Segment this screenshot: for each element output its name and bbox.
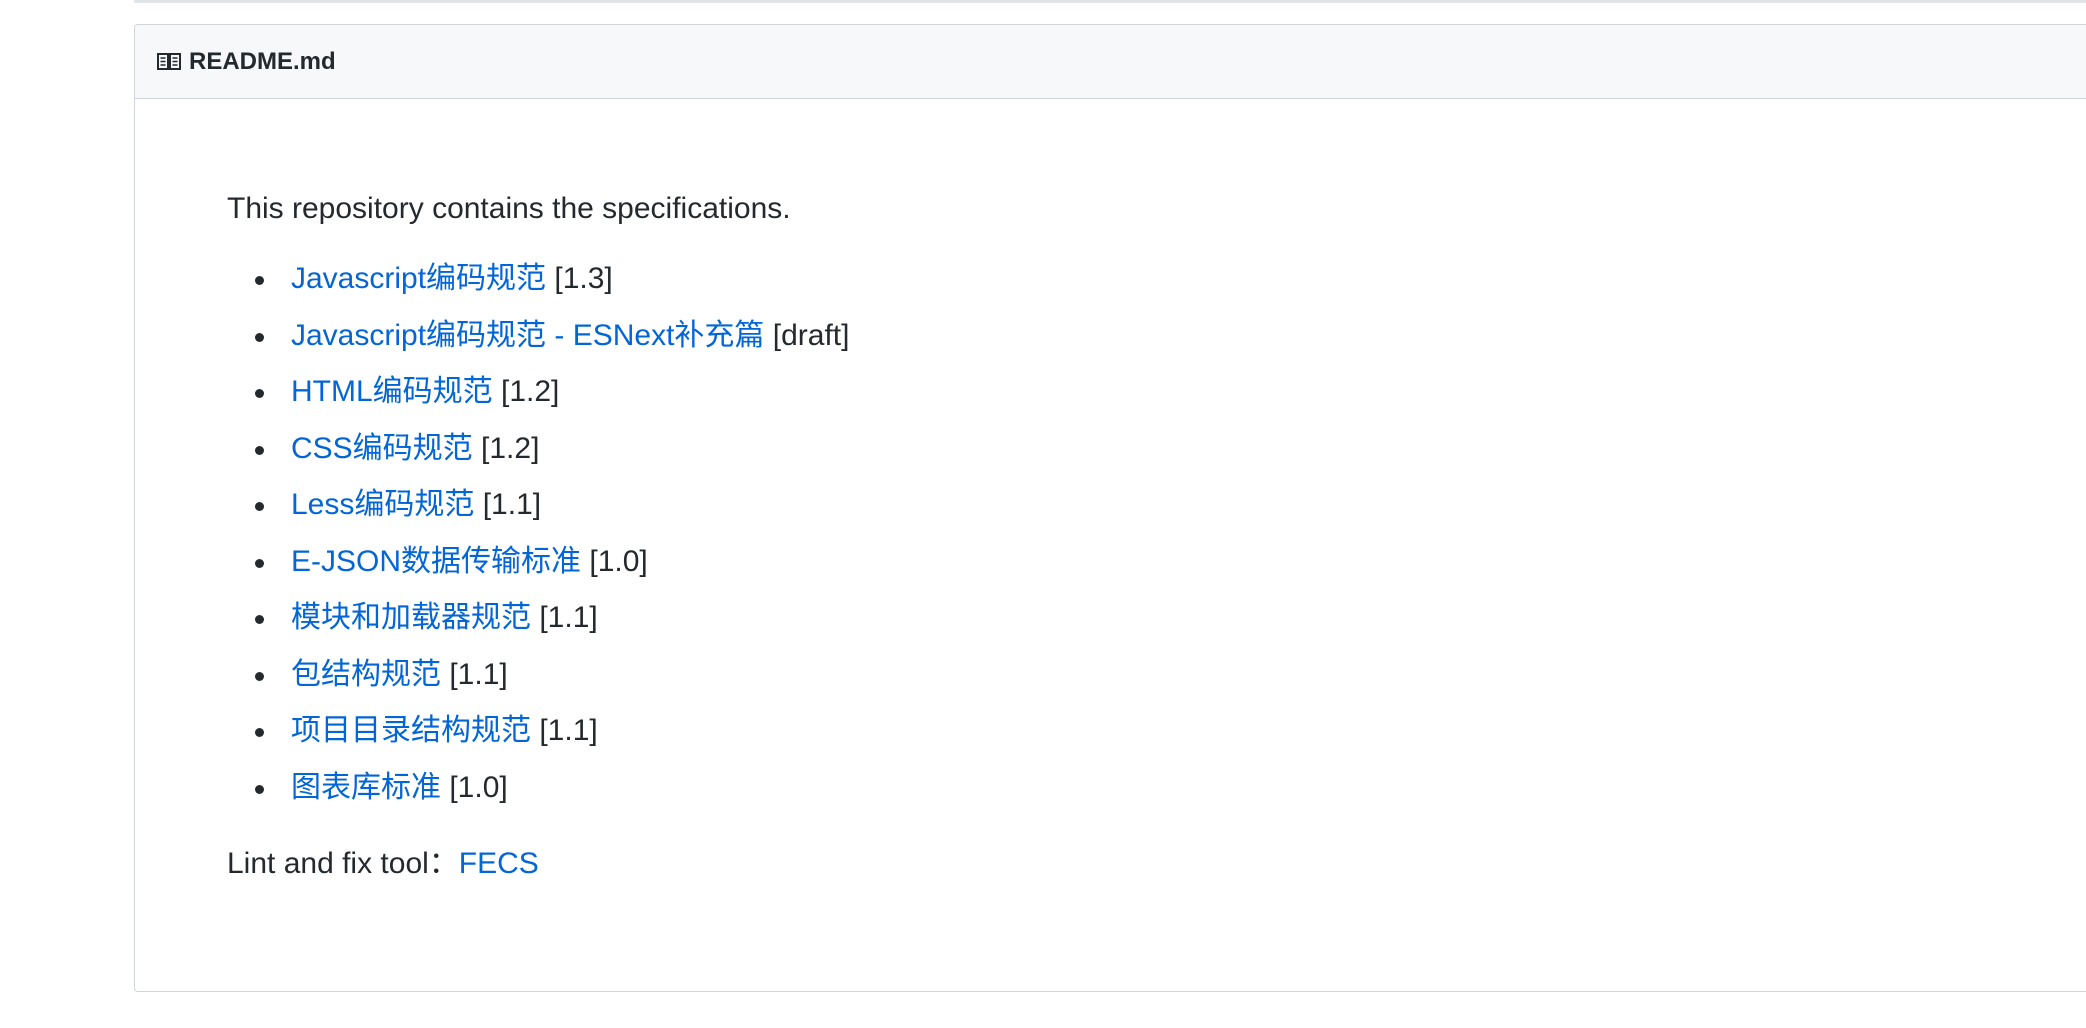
spec-link[interactable]: 图表库标准 — [291, 771, 441, 804]
version-label: [1.0] — [589, 544, 648, 578]
spec-link[interactable]: E-JSON数据传输标准 — [291, 545, 581, 578]
readme-panel: README.md This repository contains the s… — [134, 24, 2086, 992]
bullet-icon — [255, 671, 264, 681]
list-item: Javascript编码规范 - ESNext补充篇 [draft] — [227, 318, 2086, 375]
book-icon — [157, 52, 181, 72]
fecs-link[interactable]: FECS — [459, 847, 539, 880]
spec-link[interactable]: 包结构规范 — [291, 658, 441, 691]
version-label: [1.1] — [482, 488, 542, 521]
list-item: 模块和加载器规范 [1.1] — [227, 600, 2086, 657]
readme-content: This repository contains the specificati… — [135, 99, 2086, 882]
bullet-icon — [255, 784, 264, 794]
list-item: E-JSON数据传输标准 [1.0] — [227, 544, 2086, 601]
bullet-icon — [255, 502, 264, 511]
spec-link[interactable]: CSS编码规范 — [291, 432, 473, 465]
bullet-icon — [255, 445, 264, 455]
list-item: Less编码规范 [1.1] — [227, 487, 2086, 544]
version-label: [1.1] — [539, 601, 598, 634]
bullet-icon — [255, 728, 264, 737]
spec-link[interactable]: Javascript编码规范 — [291, 262, 546, 295]
spec-link[interactable]: Javascript编码规范 - ESNext补充篇 — [291, 319, 764, 352]
spec-link[interactable]: Less编码规范 — [291, 488, 474, 521]
version-label: [1.2] — [481, 431, 540, 465]
list-item: 包结构规范 [1.1] — [227, 657, 2086, 714]
bullet-icon — [255, 276, 264, 285]
list-item: CSS编码规范 [1.2] — [227, 431, 2086, 488]
version-label: [draft] — [772, 318, 850, 352]
top-divider — [134, 0, 2086, 3]
list-item: Javascript编码规范 [1.3] — [227, 261, 2086, 318]
bullet-icon — [255, 389, 264, 398]
bullet-icon — [255, 615, 264, 624]
list-item: 项目目录结构规范 [1.1] — [227, 713, 2086, 770]
version-label: [1.1] — [539, 714, 598, 747]
spec-list: Javascript编码规范 [1.3] Javascript编码规范 - ES… — [227, 261, 2086, 826]
intro-text: This repository contains the specificati… — [227, 192, 791, 225]
bullet-icon — [255, 332, 264, 342]
list-item: 图表库标准 [1.0] — [227, 770, 2086, 827]
list-item: HTML编码规范 [1.2] — [227, 374, 2086, 431]
readme-title: README.md — [189, 47, 336, 75]
version-label: [1.3] — [554, 262, 613, 295]
version-label: [1.0] — [449, 770, 508, 804]
version-label: [1.2] — [501, 375, 560, 408]
version-label: [1.1] — [449, 657, 508, 691]
bullet-icon — [255, 558, 264, 568]
lint-label: Lint and fix tool： — [227, 847, 459, 880]
readme-header: README.md — [135, 25, 2086, 99]
lint-line: Lint and fix tool：FECS — [227, 846, 2086, 882]
spec-link[interactable]: 项目目录结构规范 — [291, 714, 531, 747]
spec-link[interactable]: HTML编码规范 — [291, 375, 493, 408]
spec-link[interactable]: 模块和加载器规范 — [291, 601, 531, 634]
